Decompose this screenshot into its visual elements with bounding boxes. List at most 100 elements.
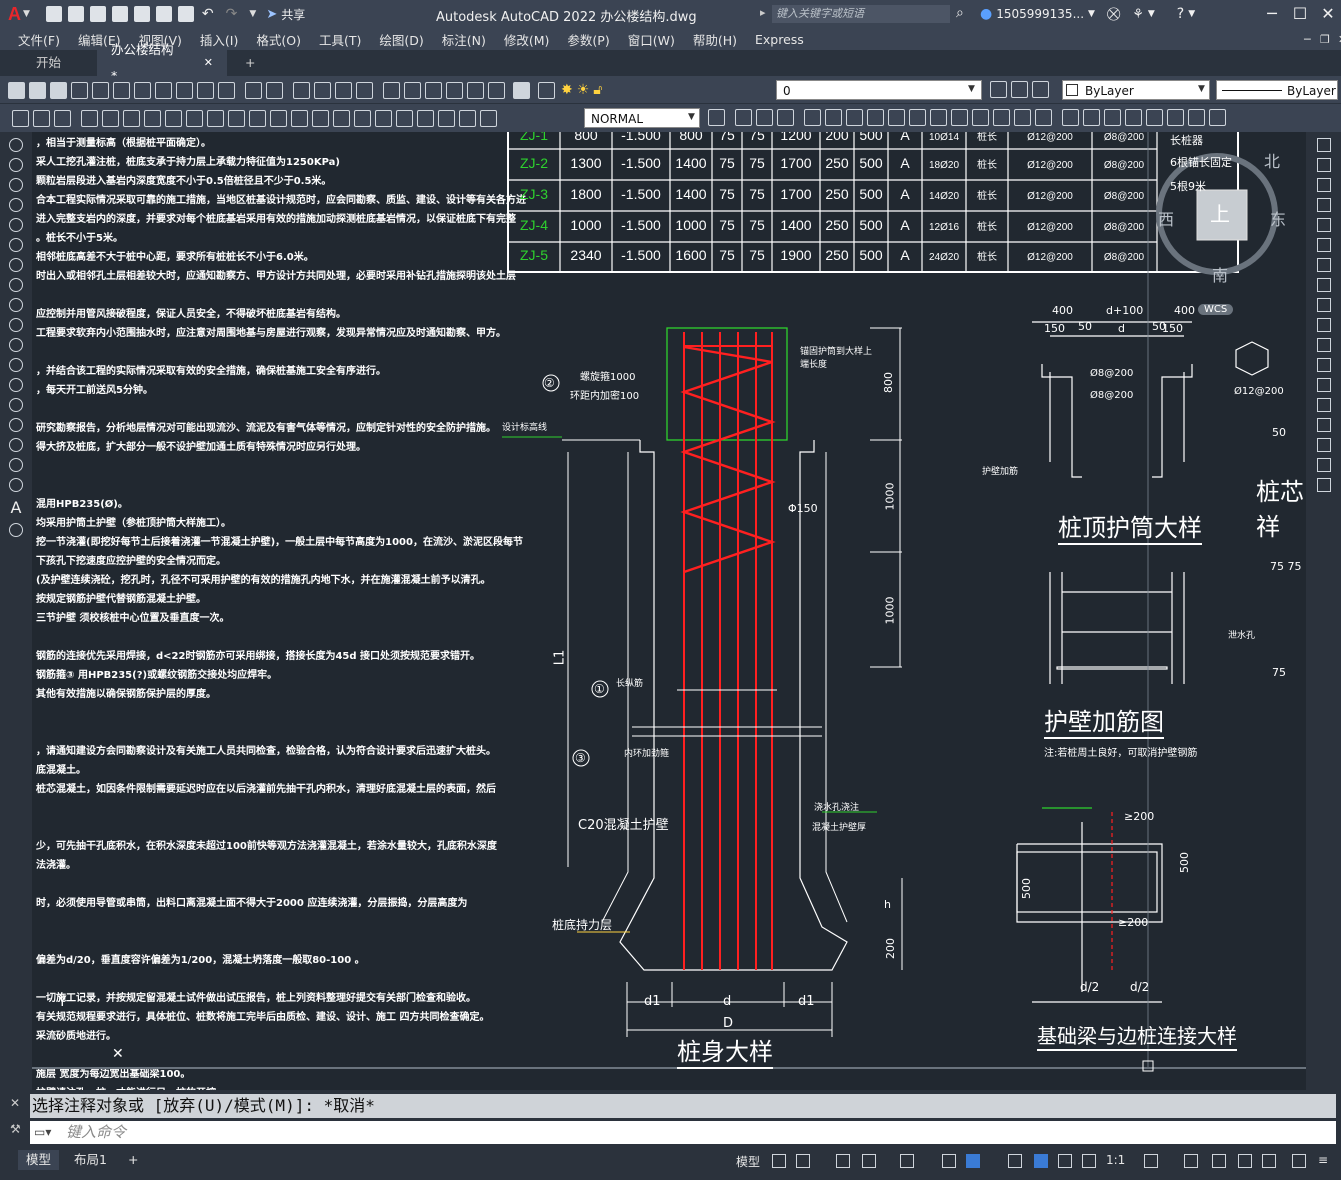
- redo-icon[interactable]: ↷: [226, 6, 238, 22]
- help-tool-icon[interactable]: [513, 81, 530, 99]
- inspection-icon[interactable]: [396, 109, 413, 127]
- gradient-icon[interactable]: [9, 438, 23, 452]
- chamfer-r-icon[interactable]: [1316, 418, 1331, 432]
- share-button[interactable]: 共享: [281, 6, 305, 23]
- table-icon[interactable]: [9, 478, 23, 492]
- annotation-monitor-icon[interactable]: [1184, 1154, 1198, 1168]
- snap-icon[interactable]: [796, 1154, 810, 1168]
- export-icon[interactable]: [155, 6, 172, 22]
- autodesk-app-icon[interactable]: ⚘: [1132, 7, 1144, 22]
- linear-dim-icon[interactable]: [81, 109, 98, 127]
- clean-screen-icon[interactable]: [1292, 1154, 1306, 1168]
- 3d-print-icon[interactable]: [134, 81, 151, 99]
- properties-icon[interactable]: [383, 81, 400, 99]
- layer-on-icon[interactable]: ✸: [561, 82, 573, 98]
- quick-dim-icon[interactable]: [249, 109, 266, 127]
- offset-r-icon[interactable]: [1316, 198, 1331, 212]
- chamfer-icon[interactable]: [993, 109, 1010, 126]
- quickcalc-icon[interactable]: [488, 81, 505, 99]
- fillet-icon[interactable]: [1014, 109, 1031, 126]
- zoom-realtime-icon[interactable]: [314, 81, 331, 99]
- preview-icon[interactable]: [92, 81, 109, 99]
- array-r-icon[interactable]: [1316, 218, 1331, 232]
- doc-minimize-icon[interactable]: ─: [1304, 33, 1311, 46]
- arc-icon[interactable]: [9, 238, 23, 252]
- dim-space-icon[interactable]: [312, 109, 329, 127]
- menu-insert[interactable]: 插入(I): [200, 30, 238, 49]
- region-icon[interactable]: [9, 458, 23, 472]
- mirror-r-icon[interactable]: [1316, 178, 1331, 192]
- polar-icon[interactable]: [862, 1154, 876, 1168]
- stretch-icon[interactable]: [777, 109, 794, 126]
- layer-previous-icon[interactable]: [1011, 81, 1028, 98]
- attribute-edit-icon[interactable]: [1146, 109, 1163, 126]
- status-menu-icon[interactable]: ≡: [1318, 1153, 1328, 1167]
- copy-icon[interactable]: [176, 81, 193, 99]
- menu-format[interactable]: 格式(O): [256, 30, 301, 49]
- command-input[interactable]: 键入命令: [30, 1121, 1336, 1144]
- search-input[interactable]: 键入关键字或短语: [772, 5, 950, 23]
- open-file-icon[interactable]: [29, 81, 46, 99]
- rotate-r-icon[interactable]: [1316, 258, 1331, 272]
- explode-icon[interactable]: [1035, 109, 1052, 126]
- line-icon[interactable]: [9, 138, 23, 152]
- spline-icon[interactable]: [9, 298, 23, 312]
- polygon-icon[interactable]: [9, 198, 23, 212]
- menu-file[interactable]: 文件(F): [18, 30, 60, 49]
- tab-model[interactable]: 模型: [18, 1150, 60, 1170]
- maximize-button[interactable]: ☐: [1290, 4, 1310, 24]
- explode-r-icon[interactable]: [1316, 478, 1331, 492]
- dim-break-icon[interactable]: [333, 109, 350, 127]
- search-icon[interactable]: ⌕: [956, 5, 964, 21]
- dim-style-icon[interactable]: [708, 109, 725, 126]
- scale-icon[interactable]: [888, 109, 905, 126]
- menu-parametric[interactable]: 参数(P): [567, 30, 609, 49]
- menu-express[interactable]: Express: [755, 32, 804, 47]
- menu-help[interactable]: 帮助(H): [693, 30, 737, 49]
- osnap-track-icon[interactable]: [942, 1154, 956, 1168]
- circle-icon[interactable]: [9, 258, 23, 272]
- aligned-dim-icon[interactable]: [102, 109, 119, 127]
- drawing-canvas[interactable]: ，相当于测量标高（根据桩平面确定）。 采人工挖孔灌注桩，桩底支承于持力层上承载力特…: [32, 132, 1306, 1090]
- menu-tools[interactable]: 工具(T): [319, 30, 361, 49]
- continue-dim-icon[interactable]: [291, 109, 308, 127]
- ellipse-arc-icon[interactable]: [9, 338, 23, 352]
- erase-icon[interactable]: [1316, 138, 1331, 152]
- workspace-gear-icon[interactable]: [1144, 1154, 1158, 1168]
- pan-icon[interactable]: [293, 81, 310, 99]
- revcloud-icon[interactable]: [9, 278, 23, 292]
- paste-icon[interactable]: [197, 81, 214, 99]
- scale-text-icon[interactable]: [54, 109, 71, 127]
- save-icon[interactable]: [89, 6, 106, 22]
- arc-length-icon[interactable]: [123, 109, 140, 127]
- lineweight-icon[interactable]: [1008, 1154, 1022, 1168]
- new-file-icon[interactable]: [8, 81, 25, 99]
- close-button[interactable]: ✕: [1318, 4, 1338, 24]
- tolerance-icon[interactable]: [354, 109, 371, 127]
- rectangle-icon[interactable]: [9, 218, 23, 232]
- break-point-icon[interactable]: [1316, 358, 1331, 372]
- mirror-icon[interactable]: [804, 109, 821, 126]
- cmd-prompt-icon[interactable]: ▭▾: [34, 1125, 51, 1139]
- menu-dimension[interactable]: 标注(N): [442, 30, 486, 49]
- undo-tool-icon[interactable]: [245, 81, 262, 99]
- copy-r-icon[interactable]: [1316, 158, 1331, 172]
- annotation-scale-icon[interactable]: [1082, 1154, 1096, 1168]
- tab-close-icon[interactable]: ✕: [204, 50, 213, 76]
- app-menu-arrow-icon[interactable]: ▼: [23, 9, 30, 19]
- cart-icon[interactable]: ⛒: [1107, 7, 1120, 22]
- polyline-icon[interactable]: [9, 178, 23, 192]
- publish-icon[interactable]: [113, 81, 130, 99]
- import-icon[interactable]: [133, 6, 150, 22]
- plot-icon[interactable]: [71, 81, 88, 99]
- point-icon[interactable]: [9, 398, 23, 412]
- blend-icon[interactable]: [1316, 458, 1331, 472]
- pedit-icon[interactable]: [1083, 109, 1100, 126]
- join-icon[interactable]: [972, 109, 989, 126]
- baseline-dim-icon[interactable]: [270, 109, 287, 127]
- grid-icon[interactable]: [772, 1154, 786, 1168]
- block-editor-icon[interactable]: [1125, 109, 1142, 126]
- make-current-layer-icon[interactable]: [990, 81, 1007, 98]
- join-r-icon[interactable]: [1316, 398, 1331, 412]
- layer-properties-icon[interactable]: [538, 81, 555, 99]
